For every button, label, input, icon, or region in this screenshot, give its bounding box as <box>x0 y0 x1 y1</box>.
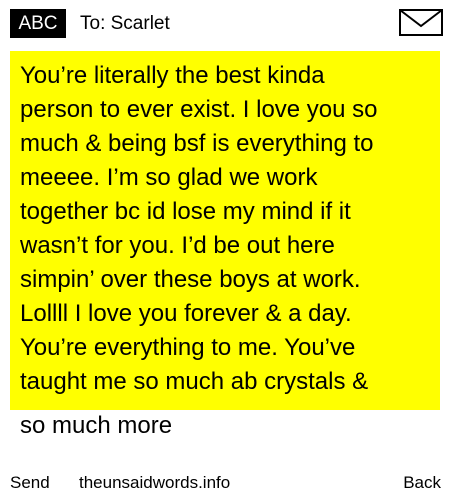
message-line: You’re everything to me. You’ve <box>20 334 356 361</box>
message-line: You’re literally the best kinda <box>20 62 325 89</box>
message-line: simpin’ over these boys at work. <box>20 266 361 293</box>
header: ABC To: Scarlet <box>0 0 450 44</box>
message-line: person to ever exist. I love you so <box>20 96 378 123</box>
message-line: so much more <box>20 412 173 439</box>
message-line: Lollll I love you forever & a day. <box>20 300 352 327</box>
input-mode-badge[interactable]: ABC <box>10 9 66 38</box>
message-body[interactable]: You’re literally the best kinda person t… <box>10 51 440 446</box>
message-line: much & being bsf is everything to <box>20 130 374 157</box>
site-link[interactable]: theunsaidwords.info <box>79 470 230 496</box>
envelope-icon <box>399 9 443 36</box>
message-line: taught me so much ab crystals & <box>20 368 369 395</box>
back-button[interactable]: Back <box>403 470 441 496</box>
message-line: together bc id lose my mind if it <box>20 198 351 225</box>
message-line: meeee. I’m so glad we work <box>20 164 318 191</box>
message-line: wasn’t for you. I’d be out here <box>20 232 335 259</box>
recipient-label: To: Scarlet <box>80 13 170 34</box>
send-button[interactable]: Send <box>10 470 50 496</box>
footer: Send theunsaidwords.info Back <box>0 470 450 496</box>
